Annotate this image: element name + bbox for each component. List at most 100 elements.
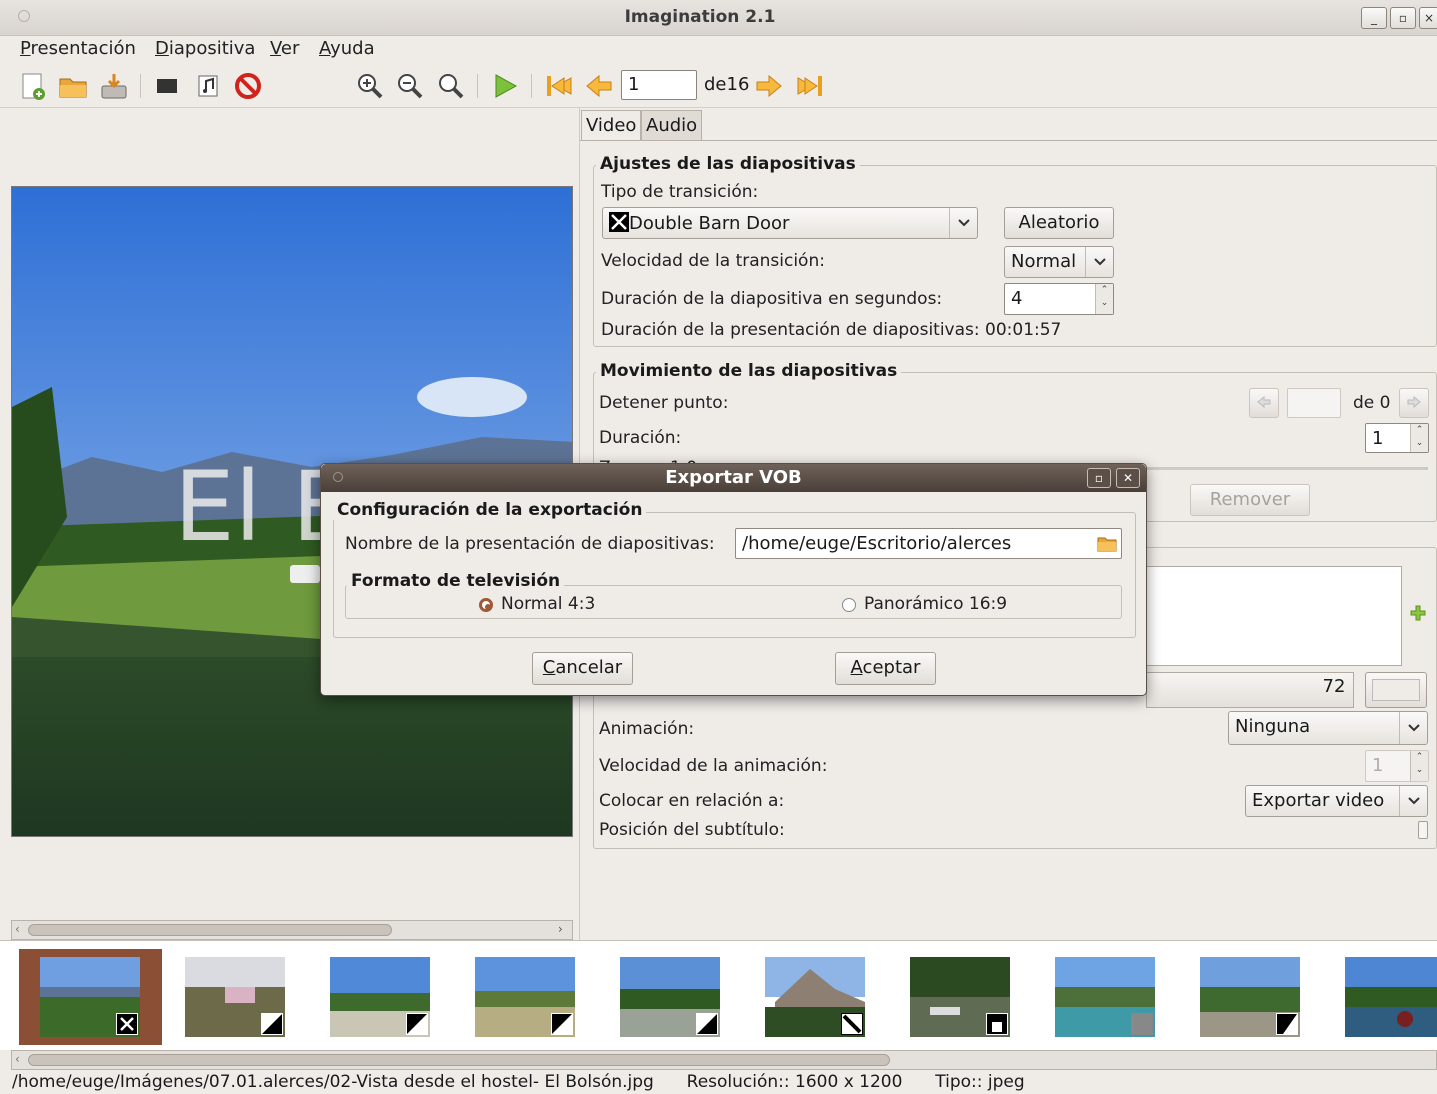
delete-icon[interactable] bbox=[232, 70, 264, 102]
first-slide-icon[interactable] bbox=[543, 70, 575, 102]
spinner-arrows-icon[interactable]: ⌃ ⌄ bbox=[1410, 751, 1428, 781]
tabs: Video Audio bbox=[580, 108, 1437, 140]
stop-point-input[interactable] bbox=[1287, 388, 1341, 418]
slide-thumbnail-7[interactable] bbox=[910, 957, 1010, 1037]
thumbnail-strip bbox=[0, 940, 1437, 1050]
zoom-fit-icon[interactable] bbox=[435, 70, 467, 102]
presentation-name-input[interactable]: /home/euge/Escritorio/alerces bbox=[735, 528, 1122, 559]
normal-43-label: Normal 4:3 bbox=[501, 594, 596, 614]
spinner-arrows-icon[interactable]: ⌃ ⌄ bbox=[1095, 284, 1113, 314]
scrollbar-thumb[interactable] bbox=[28, 924, 392, 936]
minimize-button[interactable]: _ bbox=[1361, 7, 1387, 29]
slide-thumbnail-2[interactable] bbox=[185, 957, 285, 1037]
play-preview-icon[interactable] bbox=[489, 70, 521, 102]
dialog-maximize-button[interactable]: ▫ bbox=[1087, 468, 1111, 488]
spinner-arrows-icon[interactable]: ⌃ ⌄ bbox=[1410, 424, 1428, 452]
subtitle-position-button[interactable] bbox=[1418, 821, 1428, 839]
scrollbar-thumb[interactable] bbox=[28, 1054, 890, 1066]
transition-badge-icon bbox=[696, 1013, 718, 1035]
accept-button[interactable]: Aceptar bbox=[835, 652, 936, 685]
transition-badge-icon bbox=[1276, 1013, 1298, 1035]
transition-type-combo[interactable]: Double Barn Door bbox=[602, 207, 978, 239]
transition-badge-icon bbox=[986, 1013, 1008, 1035]
slide-duration-spinner[interactable]: 4 ⌃ ⌄ bbox=[1004, 283, 1114, 315]
slide-thumbnail-9[interactable] bbox=[1200, 957, 1300, 1037]
new-presentation-icon[interactable] bbox=[17, 70, 49, 102]
presentation-name-label: Nombre de la presentación de diapositiva… bbox=[345, 534, 715, 554]
transition-speed-combo[interactable]: Normal bbox=[1004, 246, 1114, 278]
dialog-titlebar[interactable]: Exportar VOB ▫ ✕ bbox=[321, 464, 1146, 492]
status-resolution: Resolución:: 1600 x 1200 bbox=[686, 1072, 903, 1092]
import-music-icon[interactable] bbox=[192, 70, 224, 102]
slide-thumbnail-6[interactable] bbox=[765, 957, 865, 1037]
dialog-close-button[interactable]: ✕ bbox=[1116, 468, 1140, 488]
animation-speed-label: Velocidad de la animación: bbox=[599, 756, 828, 776]
animation-combo[interactable]: Ninguna bbox=[1228, 711, 1428, 745]
export-config-title: Configuración de la exportación bbox=[333, 500, 647, 520]
transition-type-value: Double Barn Door bbox=[629, 213, 790, 234]
maximize-button[interactable]: ▫ bbox=[1390, 7, 1416, 29]
slide-thumbnail-1[interactable] bbox=[40, 957, 140, 1037]
place-relative-combo[interactable]: Exportar video bbox=[1245, 785, 1428, 817]
previous-stop-point-icon[interactable] bbox=[1249, 388, 1279, 418]
slide-duration-value: 4 bbox=[1011, 288, 1023, 309]
dialog-menu-icon[interactable] bbox=[333, 472, 343, 482]
next-slide-icon[interactable] bbox=[753, 70, 785, 102]
close-button[interactable]: × bbox=[1419, 7, 1437, 29]
slide-thumbnail-5[interactable] bbox=[620, 957, 720, 1037]
previous-slide-icon[interactable] bbox=[583, 70, 615, 102]
slide-thumbnail-8[interactable] bbox=[1055, 957, 1155, 1037]
stop-point-label: Detener punto: bbox=[599, 393, 729, 413]
zoom-in-icon[interactable] bbox=[354, 70, 386, 102]
scroll-left-icon[interactable]: ‹ bbox=[15, 922, 20, 936]
slide-thumbnail-3[interactable] bbox=[330, 957, 430, 1037]
widescreen-169-radio[interactable] bbox=[842, 598, 856, 612]
chevron-down-icon bbox=[1085, 247, 1113, 277]
import-slides-icon[interactable] bbox=[151, 70, 183, 102]
open-folder-icon[interactable] bbox=[57, 70, 89, 102]
tab-audio[interactable]: Audio bbox=[641, 110, 703, 140]
menu-presentacion[interactable]: Presentación bbox=[20, 38, 136, 59]
status-file-path: /home/euge/Imágenes/07.01.alerces/02-Vis… bbox=[12, 1072, 654, 1092]
font-color-button[interactable] bbox=[1365, 672, 1427, 708]
menu-ayuda[interactable]: Ayuda bbox=[319, 38, 375, 59]
slide-thumbnail-10[interactable] bbox=[1345, 957, 1437, 1037]
font-color-swatch bbox=[1372, 679, 1420, 701]
transition-badge-icon bbox=[406, 1013, 428, 1035]
scroll-right-icon[interactable]: › bbox=[558, 922, 563, 936]
menu-ver[interactable]: Ver bbox=[270, 38, 299, 59]
tv-format-title: Formato de televisión bbox=[347, 571, 565, 591]
random-transition-button[interactable]: Aleatorio bbox=[1004, 207, 1114, 239]
window-title: Imagination 2.1 bbox=[624, 7, 776, 27]
stop-point-count: de 0 bbox=[1353, 393, 1391, 413]
scroll-left-icon[interactable]: ‹ bbox=[15, 1052, 20, 1066]
transition-badge-icon bbox=[551, 1013, 573, 1035]
animation-speed-value: 1 bbox=[1372, 755, 1384, 776]
toolbar-separator bbox=[477, 74, 478, 98]
next-stop-point-icon[interactable] bbox=[1399, 388, 1429, 418]
thumbnail-horizontal-scrollbar[interactable]: ‹ bbox=[11, 1050, 1437, 1070]
zoom-out-icon[interactable] bbox=[394, 70, 426, 102]
browse-folder-icon[interactable] bbox=[1097, 534, 1117, 557]
tab-video[interactable]: Video bbox=[581, 110, 642, 140]
motion-duration-spinner[interactable]: 1 ⌃ ⌄ bbox=[1365, 423, 1429, 453]
subtitle-text-area[interactable] bbox=[1146, 566, 1402, 666]
remove-stop-point-button[interactable]: Remover bbox=[1190, 484, 1310, 516]
cancel-button[interactable]: Cancelar bbox=[532, 652, 633, 685]
window-titlebar[interactable]: Imagination 2.1 _ ▫ × bbox=[0, 0, 1437, 36]
normal-43-radio[interactable] bbox=[479, 598, 493, 612]
animation-speed-spinner[interactable]: 1 ⌃ ⌄ bbox=[1365, 750, 1429, 782]
transition-badge-icon bbox=[1131, 1013, 1153, 1035]
presentation-name-value: /home/euge/Escritorio/alerces bbox=[742, 533, 1012, 554]
save-icon[interactable] bbox=[98, 70, 130, 102]
menu-diapositiva[interactable]: Diapositiva bbox=[155, 38, 255, 59]
add-text-icon[interactable] bbox=[1410, 605, 1426, 626]
preview-horizontal-scrollbar[interactable]: ‹ › bbox=[11, 920, 573, 940]
slide-duration-label: Duración de la diapositiva en segundos: bbox=[601, 289, 943, 309]
last-slide-icon[interactable] bbox=[794, 70, 826, 102]
slide-number-input[interactable]: 1 bbox=[621, 70, 697, 100]
slide-thumbnail-4[interactable] bbox=[475, 957, 575, 1037]
statusbar: /home/euge/Imágenes/07.01.alerces/02-Vis… bbox=[0, 1070, 1437, 1094]
transition-badge-icon bbox=[116, 1013, 138, 1035]
motion-duration-label: Duración: bbox=[599, 428, 682, 448]
